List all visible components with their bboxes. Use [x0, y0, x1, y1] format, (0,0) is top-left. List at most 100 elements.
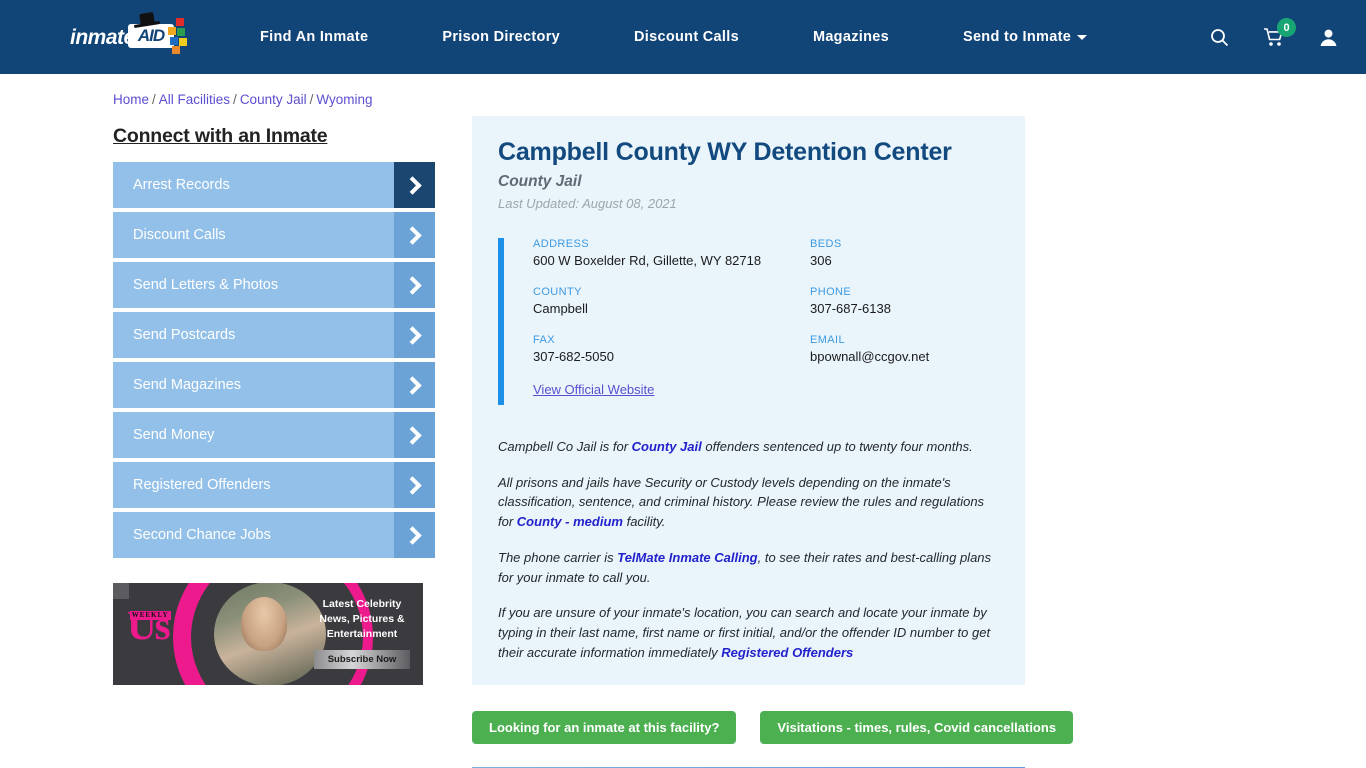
desc-p1-link-county-jail[interactable]: County Jail	[632, 439, 702, 454]
last-updated-text: Last Updated: August 08, 2021	[498, 195, 677, 211]
facility-description: Campbell Co Jail is for County Jail offe…	[498, 437, 999, 663]
chevron-right-icon[interactable]	[394, 362, 435, 408]
visitations-button[interactable]: Visitations - times, rules, Covid cancel…	[760, 710, 1074, 744]
ad-copy-block: Latest Celebrity News, Pictures & Entert…	[307, 597, 417, 669]
find-inmate-button[interactable]: Looking for an inmate at this facility?	[472, 710, 737, 744]
breadcrumb-item-all-facilities[interactable]: All Facilities	[159, 92, 230, 107]
description-paragraph-2: All prisons and jails have Security or C…	[498, 473, 999, 532]
chevron-right-icon[interactable]	[394, 162, 435, 208]
breadcrumb-item-home[interactable]: Home	[113, 92, 149, 107]
primary-nav-links: Find An Inmate Prison Directory Discount…	[260, 29, 1170, 45]
chevron-down-icon	[1077, 34, 1088, 40]
info-label: COUNTY	[533, 285, 582, 298]
info-label: ADDRESS	[533, 237, 589, 250]
info-field-beds: BEDS 306	[810, 238, 999, 268]
sidebar-item-discount-calls[interactable]: Discount Calls	[113, 212, 435, 258]
info-value: Campbell	[533, 300, 588, 316]
sidebar-item-send-magazines[interactable]: Send Magazines	[113, 362, 435, 408]
desc-p4-link-registered-offenders[interactable]: Registered Offenders	[721, 645, 853, 660]
site-logo[interactable]: inmate AID	[70, 16, 188, 58]
info-label: EMAIL	[810, 333, 846, 346]
chevron-right-icon[interactable]	[394, 212, 435, 258]
desc-p1-text-a: Campbell Co Jail is for	[498, 438, 632, 454]
sidebar-item-label: Send Money	[133, 427, 215, 443]
desc-p2-text-b: facility.	[622, 514, 666, 529]
sidebar-item-send-postcards[interactable]: Send Postcards	[113, 312, 435, 358]
info-value: 306	[810, 252, 832, 268]
action-button-row: Looking for an inmate at this facility? …	[472, 710, 1366, 744]
desc-p3-text-a: The phone carrier is	[498, 549, 618, 565]
breadcrumb: Home / All Facilities / County Jail / Wyoming	[113, 86, 435, 111]
desc-p3-link-telmate[interactable]: TelMate Inmate Calling	[617, 550, 757, 565]
main-content: Campbell County WY Detention Center Coun…	[435, 74, 1366, 768]
search-icon[interactable]	[1210, 28, 1229, 47]
logo-color-squares	[168, 18, 190, 54]
sidebar-item-arrest-records[interactable]: Arrest Records	[113, 162, 435, 208]
breadcrumb-separator: /	[233, 92, 237, 107]
nav-item-prison-directory[interactable]: Prison Directory	[442, 29, 560, 45]
info-field-fax: FAX 307-682-5050	[533, 334, 810, 364]
view-official-website-link[interactable]: View Official Website	[533, 382, 654, 397]
sidebar-item-label: Second Chance Jobs	[133, 527, 271, 543]
info-field-county: COUNTY Campbell	[533, 286, 810, 316]
nav-item-send-to-inmate[interactable]: Send to Inmate	[962, 29, 1088, 45]
info-label: PHONE	[810, 285, 852, 298]
info-label: BEDS	[810, 237, 842, 250]
nav-item-send-to-inmate-label: Send to Inmate	[962, 29, 1072, 45]
chevron-right-icon[interactable]	[394, 312, 435, 358]
ad-brand-logo: WEEKLY Us	[127, 602, 171, 648]
sidebar-item-label: Send Letters & Photos	[133, 277, 279, 293]
sidebar-item-registered-offenders[interactable]: Registered Offenders	[113, 462, 435, 508]
info-field-address: ADDRESS 600 W Boxelder Rd, Gillette, WY …	[533, 238, 810, 268]
sidebar-item-send-letters-photos[interactable]: Send Letters & Photos	[113, 262, 435, 308]
info-value: 307-682-5050	[533, 348, 614, 364]
facility-panel: Campbell County WY Detention Center Coun…	[472, 116, 1025, 685]
logo-wordmark: inmate	[70, 25, 135, 49]
top-navigation-bar: inmate AID Find An Inmate Prison Directo…	[0, 0, 1366, 74]
info-value: bpownall@ccgov.net	[810, 348, 930, 364]
ad-subscribe-button[interactable]: Subscribe Now	[314, 649, 410, 669]
ad-headline: Latest Celebrity News, Pictures & Entert…	[319, 598, 405, 640]
description-paragraph-4: If you are unsure of your inmate's locat…	[498, 603, 999, 662]
chevron-right-icon[interactable]	[394, 412, 435, 458]
sidebar-item-send-money[interactable]: Send Money	[113, 412, 435, 458]
sidebar-item-label: Registered Offenders	[133, 477, 271, 493]
nav-item-find-an-inmate[interactable]: Find An Inmate	[260, 29, 368, 45]
ad-corner-marker	[113, 583, 129, 599]
desc-p1-text-b: offenders sentenced up to twenty four mo…	[701, 438, 973, 454]
nav-item-magazines[interactable]: Magazines	[813, 29, 889, 45]
chevron-right-icon[interactable]	[394, 512, 435, 558]
sidebar-item-label: Discount Calls	[133, 227, 226, 243]
page-body: Home / All Facilities / County Jail / Wyoming …	[0, 74, 1366, 768]
left-sidebar: Home / All Facilities / County Jail / Wyoming …	[113, 74, 435, 768]
sidebar-title: Connect with an Inmate	[113, 125, 328, 147]
ad-brand-tag: WEEKLY	[129, 611, 171, 620]
description-paragraph-1: Campbell Co Jail is for County Jail offe…	[498, 437, 999, 457]
breadcrumb-separator: /	[152, 92, 156, 107]
cart-count-badge: 0	[1277, 18, 1296, 37]
breadcrumb-separator: /	[309, 92, 314, 107]
facility-type: County Jail	[498, 172, 582, 190]
breadcrumb-item-wyoming[interactable]: Wyoming	[316, 92, 372, 107]
cart-icon[interactable]: 0	[1263, 18, 1296, 47]
info-value: 307-687-6138	[810, 300, 891, 316]
advertisement-banner[interactable]: WEEKLY Us Latest Celebrity News, Pictures…	[113, 583, 423, 685]
ad-brand-name: Us	[127, 602, 171, 648]
nav-icon-group: 0	[1210, 18, 1338, 47]
sidebar-item-second-chance-jobs[interactable]: Second Chance Jobs	[113, 512, 435, 558]
user-account-icon[interactable]	[1319, 28, 1338, 47]
info-field-email: EMAIL bpownall@ccgov.net	[810, 334, 999, 364]
sidebar-item-label: Send Postcards	[133, 327, 236, 343]
facility-info-grid: ADDRESS 600 W Boxelder Rd, Gillette, WY …	[533, 238, 999, 364]
chevron-right-icon[interactable]	[394, 262, 435, 308]
breadcrumb-item-county-jail[interactable]: County Jail	[240, 92, 307, 107]
nav-item-discount-calls[interactable]: Discount Calls	[634, 29, 739, 45]
chevron-right-icon[interactable]	[394, 462, 435, 508]
sidebar-item-label: Send Magazines	[133, 377, 242, 393]
sidebar-item-label: Arrest Records	[133, 177, 230, 193]
info-value: 600 W Boxelder Rd, Gillette, WY 82718	[533, 252, 762, 268]
info-field-phone: PHONE 307-687-6138	[810, 286, 999, 316]
graduation-hat-icon	[134, 14, 160, 26]
description-paragraph-3: The phone carrier is TelMate Inmate Call…	[498, 548, 999, 588]
desc-p2-link-county-medium[interactable]: County - medium	[517, 514, 623, 529]
